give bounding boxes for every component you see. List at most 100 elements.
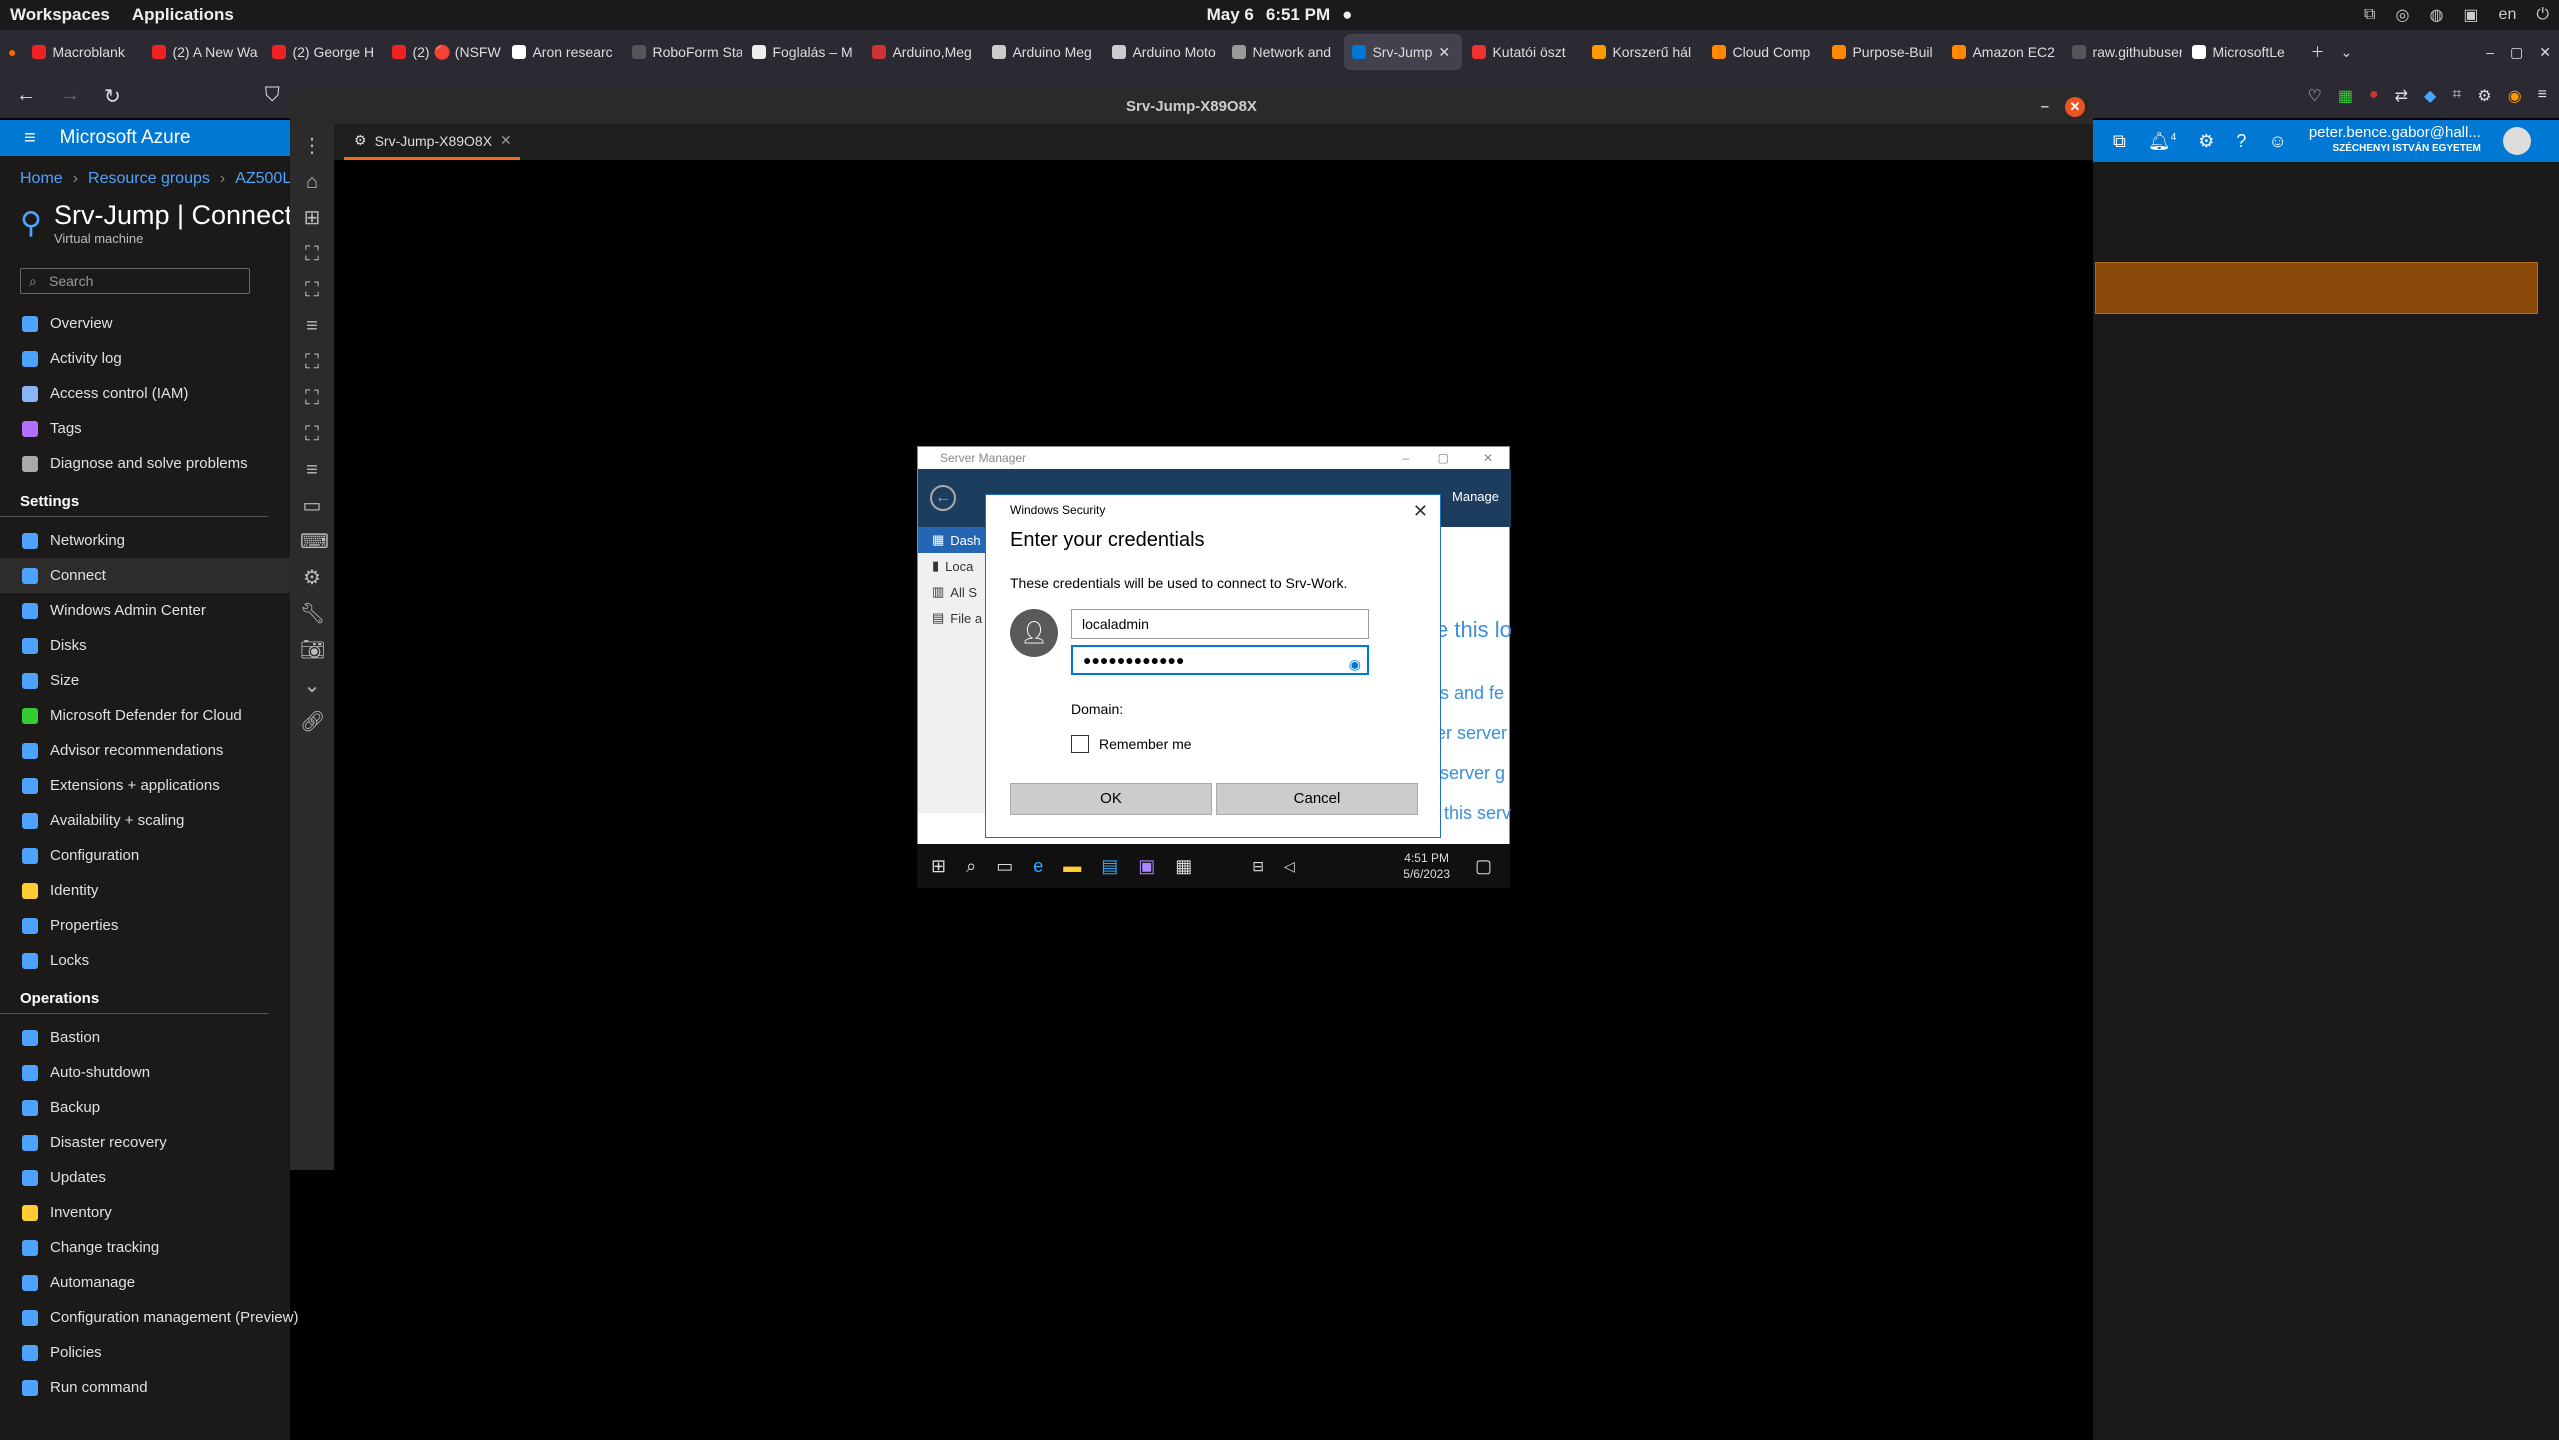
nav-item-backup[interactable]: Backup — [0, 1090, 290, 1125]
nav-item-windows-admin-center[interactable]: Windows Admin Center — [0, 593, 290, 628]
close-icon[interactable]: ✕ — [1413, 501, 1428, 522]
fullscreen-icon[interactable]: ⛶ — [300, 242, 324, 266]
maximize-button[interactable]: ▢ — [2502, 34, 2531, 70]
nav-item-size[interactable]: Size — [0, 663, 290, 698]
minimize-button[interactable]: – — [1402, 451, 1409, 465]
nav-item-change-tracking[interactable]: Change tracking — [0, 1230, 290, 1265]
keyboard-icon[interactable]: ⌨ — [300, 530, 329, 554]
browser-tab[interactable]: Arduino Meg — [984, 34, 1102, 70]
sidebar-item-file[interactable]: ▤ File a — [918, 605, 988, 631]
breadcrumb-resource-groups[interactable]: Resource groups — [88, 170, 210, 188]
nav-item-policies[interactable]: Policies — [0, 1335, 290, 1370]
expand-icon[interactable]: ⛶ — [300, 422, 324, 446]
breadcrumb-home[interactable]: Home — [20, 170, 63, 188]
tray-icon[interactable]: ◍ — [2429, 5, 2443, 25]
taskbar-clock[interactable]: 4:51 PM 5/6/2023 — [1403, 850, 1450, 882]
nav-item-access-control-iam-[interactable]: Access control (IAM) — [0, 376, 290, 411]
azure-brand[interactable]: Microsoft Azure — [60, 127, 191, 149]
browser-tab[interactable]: raw.githubuserc — [2064, 34, 2182, 70]
nav-item-activity-log[interactable]: Activity log — [0, 341, 290, 376]
browser-tab[interactable]: RoboForm Start — [624, 34, 742, 70]
nav-item-run-command[interactable]: Run command — [0, 1370, 290, 1405]
firefox-icon[interactable]: ● — [0, 34, 24, 70]
quick-link[interactable]: s and fe — [1440, 683, 1504, 704]
browser-tab[interactable]: Cloud Comp — [1704, 34, 1822, 70]
nav-item-disaster-recovery[interactable]: Disaster recovery — [0, 1125, 290, 1160]
server-manager-icon[interactable]: ▤ — [1101, 856, 1118, 877]
tray-icon[interactable]: ▣ — [2463, 5, 2478, 25]
workspaces-menu[interactable]: Workspaces — [10, 5, 110, 25]
close-button[interactable]: ✕ — [1483, 451, 1493, 465]
resize-icon[interactable]: ⛶ — [300, 350, 324, 374]
link-icon[interactable]: 🔗︎ — [300, 710, 325, 734]
quick-link[interactable]: this serv — [1444, 803, 1511, 824]
nav-item-properties[interactable]: Properties — [0, 908, 290, 943]
nav-item-updates[interactable]: Updates — [0, 1160, 290, 1195]
nav-item-disks[interactable]: Disks — [0, 628, 290, 663]
back-icon[interactable]: ← — [930, 485, 956, 511]
nav-item-networking[interactable]: Networking — [0, 523, 290, 558]
cancel-button[interactable]: Cancel — [1216, 783, 1418, 815]
browser-tab[interactable]: Kutatói öszt — [1464, 34, 1582, 70]
nav-item-connect[interactable]: Connect — [0, 558, 290, 593]
notifications-icon[interactable]: 🔔︎4 — [2148, 131, 2176, 152]
ie-icon[interactable]: e — [1033, 856, 1043, 877]
password-field[interactable]: ●●●●●●●●●●●● ◉ — [1071, 645, 1369, 675]
more-icon[interactable]: ⋮ — [300, 134, 324, 158]
menu-search-input[interactable]: ⌕ Search — [20, 268, 250, 294]
browser-tab[interactable]: Foglalás – M — [744, 34, 862, 70]
extension-icon[interactable]: ◆ — [2424, 86, 2436, 106]
reveal-password-icon[interactable]: ◉ — [1349, 651, 1361, 677]
volume-icon[interactable]: ◁ — [1284, 858, 1295, 875]
nav-item-locks[interactable]: Locks — [0, 943, 290, 978]
network-icon[interactable]: ⊟ — [1252, 858, 1264, 875]
account-menu[interactable]: peter.bence.gabor@hall... SZÉCHENYI ISTV… — [2309, 125, 2481, 157]
keyboard-language[interactable]: en — [2499, 6, 2517, 24]
minimize-button[interactable]: – — [2041, 90, 2049, 124]
browser-tab[interactable]: Srv-Jump ✕ — [1344, 34, 1463, 70]
nav-item-configuration-management-preview-[interactable]: Configuration management (Preview) — [0, 1300, 298, 1335]
checkbox-box[interactable] — [1071, 735, 1089, 753]
list-icon[interactable]: ≡ — [300, 458, 324, 482]
extension-icon[interactable]: ▦ — [2338, 86, 2353, 106]
forward-icon[interactable]: → — [60, 84, 80, 109]
help-icon[interactable]: ? — [2236, 131, 2246, 152]
quick-link[interactable]: er server — [1436, 723, 1507, 744]
nav-item-identity[interactable]: Identity — [0, 873, 290, 908]
tab-session[interactable]: ⚙ Srv-Jump-X89O8X ✕ — [344, 124, 520, 160]
menu-icon[interactable]: ≡ — [2538, 86, 2547, 106]
new-tab-button[interactable]: ＋ — [2302, 34, 2332, 70]
sidebar-item-dashboard[interactable]: ▦ Dash — [918, 527, 988, 553]
username-field[interactable]: localadmin — [1071, 609, 1369, 639]
minimize-button[interactable]: – — [2478, 34, 2502, 70]
new-session-icon[interactable]: ⊞ — [300, 206, 324, 230]
gear-icon[interactable]: ⚙ — [300, 566, 324, 590]
app-icon[interactable]: ▣ — [1138, 856, 1155, 877]
sidebar-item-all[interactable]: ▥ All S — [918, 579, 988, 605]
shield-icon[interactable]: ⛉ — [265, 84, 280, 109]
clock[interactable]: May 6 6:51 PM ● — [1207, 5, 1353, 25]
browser-tab[interactable]: (2) 🔴 (NSFW — [384, 34, 502, 70]
nav-item-advisor-recommendations[interactable]: Advisor recommendations — [0, 733, 290, 768]
extension-icon[interactable]: ⌗ — [2452, 86, 2461, 106]
nav-item-diagnose-and-solve-problems[interactable]: Diagnose and solve problems — [0, 446, 290, 481]
close-button[interactable]: ✕ — [2531, 34, 2559, 70]
browser-tab[interactable]: MicrosoftLe — [2184, 34, 2302, 70]
search-icon[interactable]: ⌕ — [966, 856, 976, 877]
quick-link[interactable]: server g — [1440, 763, 1505, 784]
start-icon[interactable]: ⊞ — [931, 856, 946, 877]
tray-icon[interactable]: ⧉ — [2364, 6, 2375, 24]
browser-tab[interactable]: Amazon EC2 — [1944, 34, 2062, 70]
fit-icon[interactable]: ⛶ — [300, 278, 324, 302]
tab-list-button[interactable]: ⌄ — [2332, 34, 2360, 70]
chevron-down-icon[interactable]: ⌄ — [300, 674, 324, 698]
browser-tab[interactable]: Macroblank — [24, 34, 142, 70]
nav-item-configuration[interactable]: Configuration — [0, 838, 290, 873]
clipboard-icon[interactable]: ▭ — [300, 494, 324, 518]
close-icon[interactable]: ✕ — [500, 132, 512, 149]
ok-button[interactable]: OK — [1010, 783, 1212, 815]
sidebar-item-local[interactable]: ▮ Loca — [918, 553, 988, 579]
tray-icon[interactable]: ◎ — [2395, 5, 2409, 25]
nav-item-auto-shutdown[interactable]: Auto-shutdown — [0, 1055, 290, 1090]
applications-menu[interactable]: Applications — [132, 5, 234, 25]
